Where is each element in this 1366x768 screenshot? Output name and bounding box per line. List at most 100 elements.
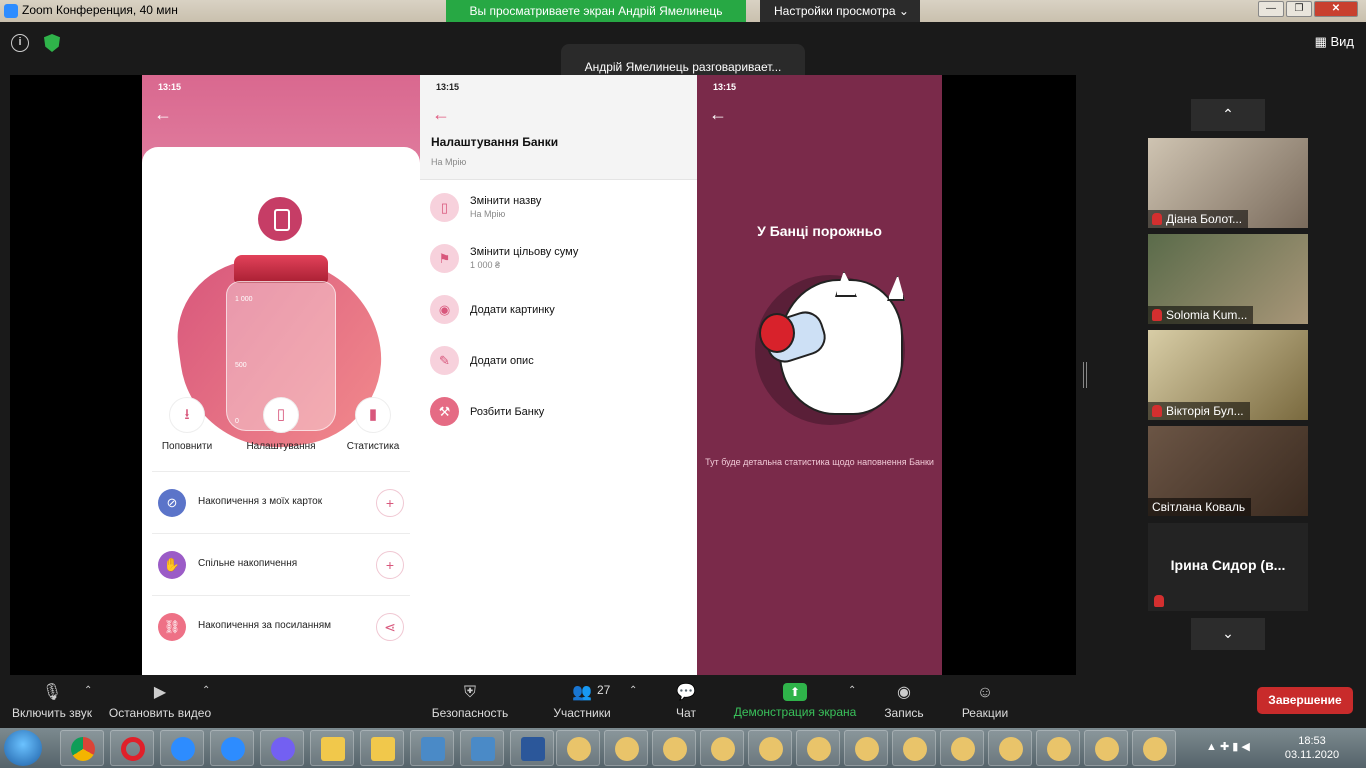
- cards-icon: ⊘: [158, 489, 186, 517]
- topup-icon: ⭳: [169, 397, 205, 433]
- gallery-down-button[interactable]: ⌄: [1191, 618, 1265, 650]
- paint-taskbar-icon[interactable]: [748, 730, 792, 766]
- paint-taskbar-icon[interactable]: [892, 730, 936, 766]
- stop-video-button[interactable]: ▶ Остановить видео: [108, 675, 212, 728]
- bank-actions: ⭳ Поповнити ▯ Налаштування ▮ Статистика: [142, 397, 420, 457]
- record-label: Запись: [884, 706, 924, 720]
- paint-taskbar-icon[interactable]: [556, 730, 600, 766]
- reactions-button[interactable]: ☺ Реакции: [958, 675, 1012, 728]
- clock[interactable]: 18:53 03.11.2020: [1284, 734, 1340, 762]
- unmute-label: Включить звук: [11, 706, 93, 720]
- end-meeting-button[interactable]: Завершение: [1257, 687, 1353, 714]
- paint-taskbar-icon[interactable]: [700, 730, 744, 766]
- participant-tile[interactable]: Вікторія Бул...: [1148, 330, 1308, 420]
- list-item-shared[interactable]: ✋ Спільне накопичення +: [158, 545, 404, 585]
- security-button[interactable]: ⛨ Безопасность: [430, 675, 510, 728]
- target-sum-row[interactable]: ⚑ Змінити цільову суму 1 000 ₴: [430, 238, 690, 278]
- bank-card: 1 000 500 0 ⭳ Поповнити ▯ Налаштування ▮…: [142, 147, 420, 675]
- reactions-label: Реакции: [961, 706, 1009, 720]
- chat-label: Чат: [676, 706, 696, 720]
- participant-tile-no-video[interactable]: Ірина Сидор (в...: [1148, 523, 1308, 611]
- participants-label: Участники: [553, 706, 611, 720]
- record-button[interactable]: ◉ Запись: [880, 675, 928, 728]
- mic-muted-icon: [1152, 309, 1162, 321]
- settings-subtitle: На Мрію: [431, 157, 467, 167]
- paint-taskbar-icon[interactable]: [796, 730, 840, 766]
- participant-tile[interactable]: Світлана Коваль: [1148, 426, 1308, 516]
- paint-taskbar-icon[interactable]: [652, 730, 696, 766]
- meeting-info-icon[interactable]: i: [11, 34, 29, 52]
- view-options-dropdown[interactable]: Настройки просмотра ⌄: [760, 0, 920, 22]
- audio-options-caret[interactable]: ⌃: [84, 685, 92, 696]
- zoom-meeting-taskbar-icon[interactable]: [210, 730, 254, 766]
- mic-muted-icon: [1154, 595, 1164, 607]
- share-screen-button[interactable]: ⬆ Демонстрация экрана: [733, 675, 857, 728]
- start-button[interactable]: [4, 730, 42, 766]
- unmute-button[interactable]: 🎙 Включить звук: [10, 675, 94, 728]
- opera-taskbar-icon[interactable]: [110, 730, 154, 766]
- divider: [152, 533, 410, 534]
- statistics-action[interactable]: ▮ Статистика: [328, 397, 418, 452]
- clock-time: 18:53: [1298, 735, 1326, 747]
- add-icon[interactable]: +: [376, 551, 404, 579]
- break-bank-row[interactable]: ⚒ Розбити Банку: [430, 391, 690, 431]
- back-arrow-icon[interactable]: ←: [709, 105, 731, 123]
- panel-resize-handle[interactable]: [1083, 362, 1087, 388]
- settings-action[interactable]: ▯ Налаштування: [236, 397, 326, 452]
- add-picture-row[interactable]: ◉ Додати картинку: [430, 289, 690, 329]
- participant-tile[interactable]: Діана Болот...: [1148, 138, 1308, 228]
- paint-taskbar-icon[interactable]: [988, 730, 1032, 766]
- zoom-taskbar-icon[interactable]: [160, 730, 204, 766]
- add-description-row[interactable]: ✎ Додати опис: [430, 340, 690, 380]
- folder-taskbar-icon[interactable]: [310, 730, 354, 766]
- add-icon[interactable]: +: [376, 489, 404, 517]
- rename-row[interactable]: ▯ Змінити назву На Мрію: [430, 187, 690, 227]
- status-time: 13:15: [436, 82, 460, 92]
- statistics-label: Статистика: [346, 441, 400, 452]
- paint-taskbar-icon[interactable]: [940, 730, 984, 766]
- participant-tile[interactable]: Solomia Kum...: [1148, 234, 1308, 324]
- paint-taskbar-icon[interactable]: [1036, 730, 1080, 766]
- paint-taskbar-icon[interactable]: [1084, 730, 1128, 766]
- paint-taskbar-icon[interactable]: [1132, 730, 1176, 766]
- encryption-shield-icon[interactable]: [44, 34, 60, 52]
- mic-off-icon: 🎙: [41, 684, 63, 701]
- mic-muted-icon: [1152, 405, 1162, 417]
- viber-taskbar-icon[interactable]: [260, 730, 304, 766]
- share-icon[interactable]: ⋖: [376, 613, 404, 641]
- list-item-cards[interactable]: ⊘ Накопичення з моїх карток +: [158, 483, 404, 523]
- close-button[interactable]: ✕: [1314, 1, 1358, 17]
- picture-viewer-taskbar-icon[interactable]: [410, 730, 454, 766]
- topup-action[interactable]: ⭳ Поповнити: [142, 397, 232, 452]
- add-picture-label: Додати картинку: [470, 304, 555, 316]
- rename-label: Змінити назву: [470, 195, 542, 207]
- restore-button[interactable]: ❐: [1286, 1, 1312, 17]
- participants-caret[interactable]: ⌃: [629, 685, 637, 696]
- picture-viewer-taskbar-icon[interactable]: [460, 730, 504, 766]
- share-options-caret[interactable]: ⌃: [848, 685, 856, 696]
- mic-muted-icon: [1152, 213, 1162, 225]
- zoom-logo-icon: [4, 4, 18, 18]
- word-taskbar-icon[interactable]: [510, 730, 554, 766]
- chrome-taskbar-icon[interactable]: [60, 730, 104, 766]
- target-icon: ⚑: [430, 244, 459, 273]
- back-arrow-icon[interactable]: ←: [154, 105, 176, 123]
- folder-taskbar-icon[interactable]: [360, 730, 404, 766]
- back-arrow-icon[interactable]: ←: [432, 105, 454, 123]
- minimize-button[interactable]: —: [1258, 1, 1284, 17]
- list-item-link[interactable]: ⛓ Накопичення за посиланням ⋖: [158, 607, 404, 647]
- paint-taskbar-icon[interactable]: [604, 730, 648, 766]
- video-options-caret[interactable]: ⌃: [202, 685, 210, 696]
- target-sum-value: 1 000 ₴: [470, 260, 501, 270]
- target-sum-label: Змінити цільову суму: [470, 246, 579, 258]
- paint-taskbar-icon[interactable]: [844, 730, 888, 766]
- meeting-top-bar: i Андрій Ямелинець разговаривает... ▦ Ви…: [0, 22, 1366, 92]
- gallery-up-button[interactable]: ⌃: [1191, 99, 1265, 131]
- zoom-window: Zoom Конференция, 40 мин Вы просматривае…: [0, 0, 1366, 768]
- chat-button[interactable]: 💬 Чат: [664, 675, 708, 728]
- system-tray[interactable]: ▲ ✚ ▮ ◀: [1206, 740, 1250, 753]
- view-toggle-button[interactable]: ▦ Вид: [1315, 34, 1354, 50]
- settings-title: Налаштування Банки: [431, 135, 559, 149]
- status-time: 13:15: [713, 82, 737, 92]
- record-icon: ◉: [897, 684, 911, 701]
